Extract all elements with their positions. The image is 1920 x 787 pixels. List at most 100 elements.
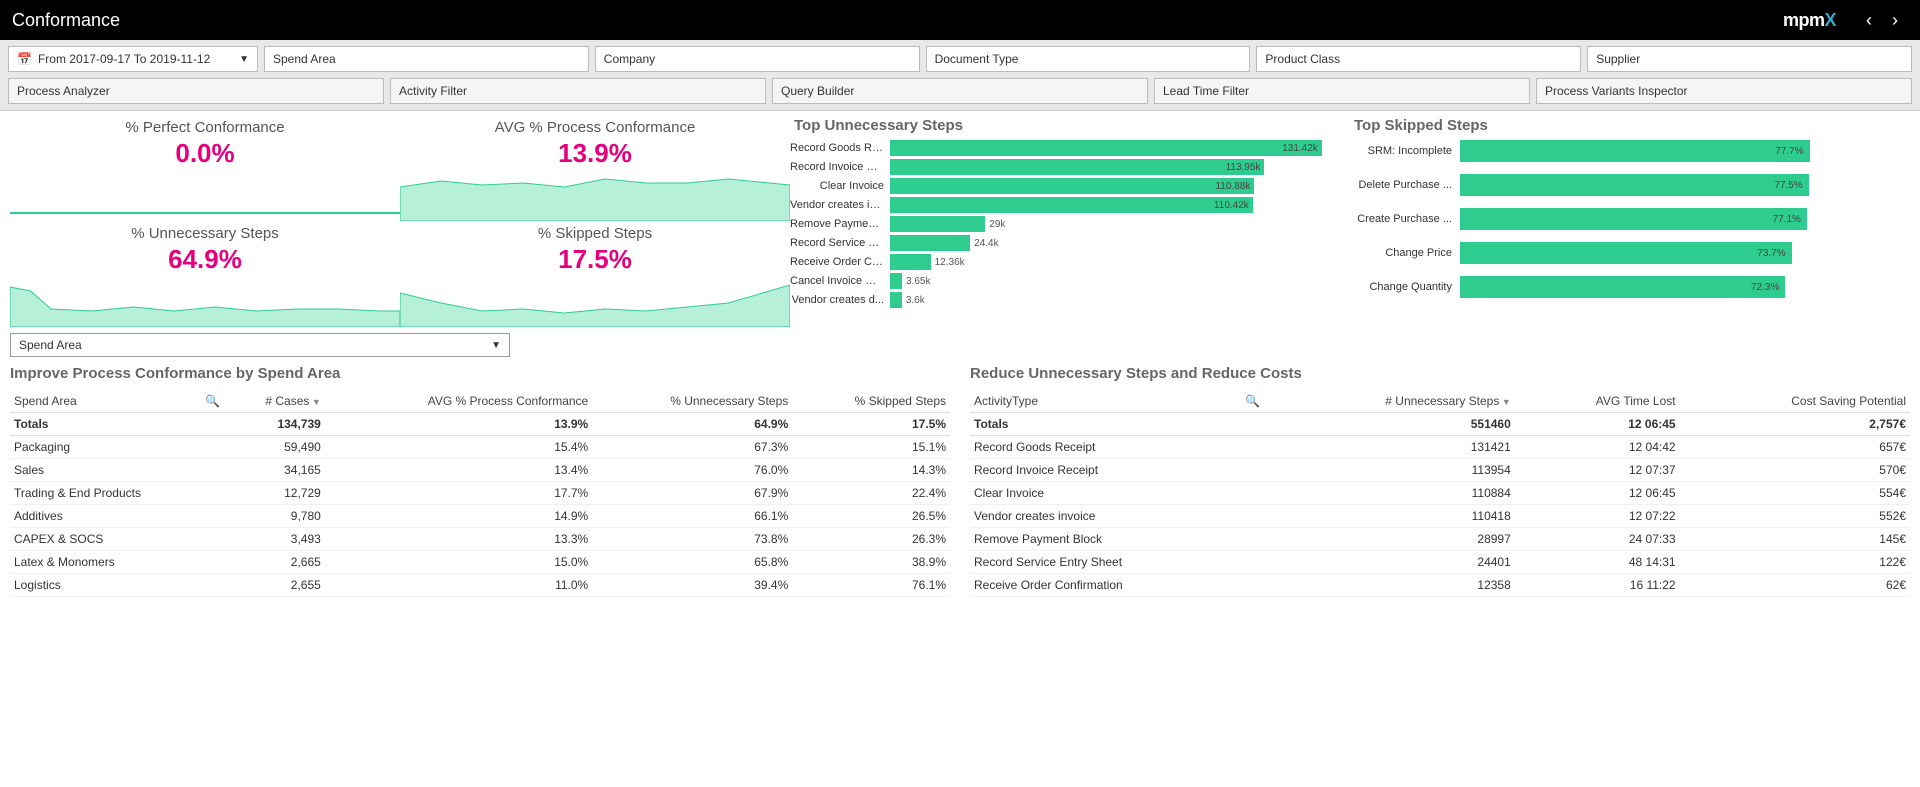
bar-fill: 77.7% [1460,140,1810,162]
nav-prev-icon[interactable]: ‹ [1856,10,1882,31]
bar-label: Record Invoice Re... [790,161,890,173]
col-time-lost[interactable]: AVG Time Lost [1515,390,1680,413]
filter-spend-area[interactable]: Spend Area [264,46,589,72]
col-cost-saving[interactable]: Cost Saving Potential [1680,390,1910,413]
table-row[interactable]: Record Service Entry Sheet2440148 14:311… [970,551,1910,574]
bar-track: 77.1% [1460,208,1910,230]
kpi-title: % Perfect Conformance [10,119,400,136]
bar-track: 73.7% [1460,242,1910,264]
search-icon[interactable]: 🔍 [205,394,220,408]
table-row[interactable]: Receive Order Confirmation1235816 11:226… [970,574,1910,597]
page-title: Conformance [12,10,1783,31]
date-range-label: From 2017-09-17 To 2019-11-12 [38,52,210,66]
nav-next-icon[interactable]: › [1882,10,1908,31]
bar-label: Change Quantity [1350,281,1460,293]
col-unnecessary-count[interactable]: # Unnecessary Steps [1264,390,1515,413]
bar-track: 3.65k [890,273,1350,289]
bar-fill [890,254,931,270]
bar-label: Receive Order Co... [790,256,890,268]
sparkline-perfect [10,173,400,221]
table-row[interactable]: Vendor creates invoice11041812 07:22552€ [970,505,1910,528]
bar-row[interactable]: Clear Invoice110.88k [790,178,1350,194]
sparkline-skipped [400,279,790,327]
col-unnecessary[interactable]: % Unnecessary Steps [592,390,792,413]
chart-title: Top Skipped Steps [1350,115,1910,140]
bar-track: 131.42k [890,140,1350,156]
spend-area-selector[interactable]: Spend Area ▼ [10,333,510,357]
bar-fill: 131.42k [890,140,1322,156]
table-row[interactable]: CAPEX & SOCS3,49313.3%73.8%26.3% [10,528,950,551]
table-row[interactable]: Additives9,78014.9%66.1%26.5% [10,505,950,528]
bar-label: Delete Purchase ... [1350,179,1460,191]
bar-fill [890,273,902,289]
bar-row[interactable]: Cancel Invoice Re...3.65k [790,273,1350,289]
bar-track: 3.6k [890,292,1350,308]
table-row[interactable]: Record Invoice Receipt11395412 07:37570€ [970,459,1910,482]
bar-fill: 110.88k [890,178,1254,194]
table-row[interactable]: Latex & Monomers2,66515.0%65.8%38.9% [10,551,950,574]
bar-label: SRM: Incomplete [1350,145,1460,157]
table-row[interactable]: Packaging59,49015.4%67.3%15.1% [10,436,950,459]
col-spend-area[interactable]: Spend Area🔍 [10,390,224,413]
bar-fill: 77.5% [1460,174,1809,196]
bar-row[interactable]: Record Service E...24.4k [790,235,1350,251]
chevron-down-icon: ▼ [239,54,249,65]
bar-row[interactable]: Vendor creates in...110.42k [790,197,1350,213]
tool-query-builder[interactable]: Query Builder [772,78,1148,104]
search-icon[interactable]: 🔍 [1245,394,1260,408]
bar-label: Vendor creates in... [790,199,890,211]
table-row[interactable]: Sales34,16513.4%76.0%14.3% [10,459,950,482]
bar-row[interactable]: SRM: Incomplete77.7% [1350,140,1910,162]
table-row[interactable]: Logistics2,65511.0%39.4%76.1% [10,574,950,597]
bar-fill: 113.95k [890,159,1264,175]
tool-activity-filter[interactable]: Activity Filter [390,78,766,104]
bar-value: 12.36k [935,257,965,268]
bar-track: 72.3% [1460,276,1910,298]
bar-fill: 72.3% [1460,276,1785,298]
bar-fill [890,292,902,308]
bar-track: 77.7% [1460,140,1910,162]
kpi-unnecessary-steps: % Unnecessary Steps 64.9% [10,221,400,279]
table-title: Improve Process Conformance by Spend Are… [10,365,950,382]
bar-row[interactable]: Change Quantity72.3% [1350,276,1910,298]
col-avg-proc[interactable]: AVG % Process Conformance [325,390,592,413]
bar-row[interactable]: Create Purchase ...77.1% [1350,208,1910,230]
table-row[interactable]: Clear Invoice11088412 06:45554€ [970,482,1910,505]
sparkline-unnecessary [10,279,400,327]
tool-lead-time-filter[interactable]: Lead Time Filter [1154,78,1530,104]
bar-row[interactable]: Record Goods Re...131.42k [790,140,1350,156]
bar-track: 77.5% [1460,174,1910,196]
bar-row[interactable]: Remove Payment...29k [790,216,1350,232]
table-improve-process-conformance: Improve Process Conformance by Spend Are… [10,365,950,597]
chevron-down-icon: ▼ [491,340,501,351]
tool-process-analyzer[interactable]: Process Analyzer [8,78,384,104]
filter-company[interactable]: Company [595,46,920,72]
table-row[interactable]: Remove Payment Block2899724 07:33145€ [970,528,1910,551]
calendar-icon: 📅 [17,52,32,66]
col-cases[interactable]: # Cases [224,390,325,413]
table-row[interactable]: Record Goods Receipt13142112 04:42657€ [970,436,1910,459]
table-row[interactable]: Trading & End Products12,72917.7%67.9%22… [10,482,950,505]
kpi-value: 0.0% [10,138,400,169]
bar-label: Remove Payment... [790,218,890,230]
kpi-perfect-conformance: % Perfect Conformance 0.0% [10,115,400,173]
kpi-avg-process-conformance: AVG % Process Conformance 13.9% [400,115,790,173]
filter-document-type[interactable]: Document Type [926,46,1251,72]
brand-logo: mpmX [1783,10,1836,31]
bar-label: Create Purchase ... [1350,213,1460,225]
bar-row[interactable]: Vendor creates d...3.6k [790,292,1350,308]
tool-process-variants[interactable]: Process Variants Inspector [1536,78,1912,104]
col-skipped[interactable]: % Skipped Steps [792,390,950,413]
table-totals-row: Totals55146012 06:452,757€ [970,413,1910,436]
filter-product-class[interactable]: Product Class [1256,46,1581,72]
sparkline-avgproc [400,173,790,221]
col-activity-type[interactable]: ActivityType🔍 [970,390,1264,413]
bar-row[interactable]: Record Invoice Re...113.95k [790,159,1350,175]
bar-track: 24.4k [890,235,1350,251]
bar-track: 29k [890,216,1350,232]
bar-row[interactable]: Receive Order Co... 12.36k [790,254,1350,270]
bar-row[interactable]: Change Price73.7% [1350,242,1910,264]
bar-row[interactable]: Delete Purchase ...77.5% [1350,174,1910,196]
date-range-filter[interactable]: 📅 From 2017-09-17 To 2019-11-12 ▼ [8,46,258,72]
filter-supplier[interactable]: Supplier [1587,46,1912,72]
